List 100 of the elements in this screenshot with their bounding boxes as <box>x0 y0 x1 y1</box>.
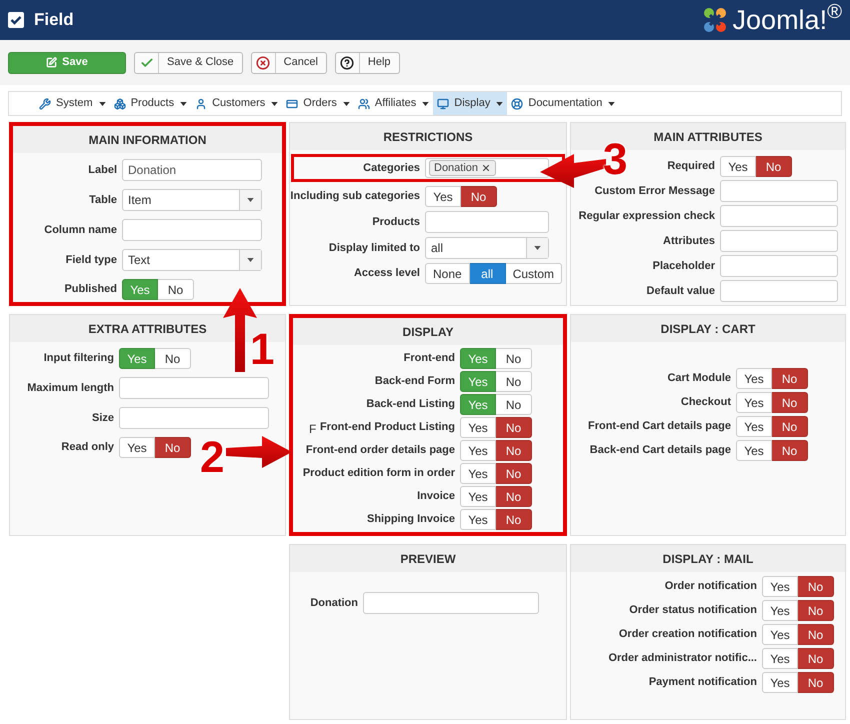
caret-icon <box>534 246 541 250</box>
toggle-option[interactable]: Yes <box>762 672 798 693</box>
toggle-option[interactable]: No <box>798 600 834 621</box>
menu-item[interactable]: Orders <box>282 92 354 115</box>
field-label: Published <box>64 282 117 298</box>
toggle-option[interactable]: Yes <box>762 624 798 645</box>
step-number: 3 <box>603 138 628 182</box>
input-field[interactable] <box>363 592 539 614</box>
toggle-option[interactable]: No <box>798 672 834 693</box>
toggle-option[interactable]: No <box>772 392 808 413</box>
toggle-option[interactable]: No <box>496 394 532 415</box>
toggle-option[interactable]: No <box>772 440 808 461</box>
toggle-option[interactable]: Yes <box>736 368 772 389</box>
tag[interactable]: Donation <box>429 160 496 176</box>
toggle-option[interactable]: No <box>772 368 808 389</box>
toggle-option[interactable]: Yes <box>736 416 772 437</box>
field-label: Regular expression check <box>578 208 715 224</box>
input-field[interactable] <box>720 180 838 202</box>
user-icon <box>195 98 208 110</box>
lifebuoy-icon <box>511 98 524 110</box>
toggle-option[interactable]: Yes <box>762 648 798 669</box>
toggle-option[interactable]: Yes <box>460 509 496 530</box>
field-label: Checkout <box>680 395 731 410</box>
wrench-icon <box>39 98 51 110</box>
toolbar-button[interactable]: Cancel <box>250 52 327 74</box>
caret-icon <box>496 102 504 106</box>
field-label: Invoice <box>417 489 455 504</box>
toggle-option[interactable]: Yes <box>736 392 772 413</box>
toggle-option[interactable]: No <box>496 463 532 484</box>
toolbar-button[interactable]: Help <box>334 52 400 74</box>
field-label: Custom Error Message <box>594 184 715 199</box>
step-number: 1 <box>250 328 274 372</box>
menu-item[interactable]: Documentation <box>507 92 620 115</box>
toggle-option[interactable]: No <box>496 486 532 507</box>
right-arrow <box>226 436 292 468</box>
toggle-option[interactable]: Yes <box>119 437 155 458</box>
toolbar-button[interactable]: Save & Close <box>134 52 243 74</box>
toggle-option[interactable]: No <box>461 186 497 207</box>
menu-item[interactable]: System <box>35 92 110 115</box>
select-field[interactable]: Item <box>122 189 262 211</box>
field-label: Order administrator notific... <box>608 651 757 666</box>
select-field[interactable]: all <box>425 237 549 259</box>
field-label: Order notification <box>664 579 757 594</box>
select-field[interactable]: Text <box>122 249 262 271</box>
toggle-option[interactable]: No <box>496 371 532 392</box>
input-field[interactable] <box>425 211 549 233</box>
toggle-option[interactable]: all <box>470 263 506 284</box>
input-field[interactable]: Donation <box>122 159 262 181</box>
input-field[interactable] <box>119 407 269 429</box>
menu-item[interactable]: Products <box>110 92 192 115</box>
menu-item[interactable]: Display <box>433 92 508 115</box>
toggle-option[interactable]: No <box>496 417 532 438</box>
toggle-option[interactable]: Custom <box>506 263 562 284</box>
toggle-option[interactable]: No <box>772 416 808 437</box>
field-label: Back-end Form <box>374 374 455 390</box>
toggle-option[interactable]: Yes <box>425 186 461 207</box>
toggle-option[interactable]: No <box>496 509 532 530</box>
input-field[interactable] <box>720 280 838 302</box>
panel-title: MAIN ATTRIBUTES <box>654 128 762 146</box>
toggle-option[interactable]: Yes <box>460 463 496 484</box>
input-field[interactable] <box>119 377 269 399</box>
toggle-option[interactable]: No <box>496 440 532 461</box>
input-field[interactable] <box>720 255 838 277</box>
toggle-option[interactable]: Yes <box>460 486 496 507</box>
menu-item[interactable]: Customers <box>191 92 282 115</box>
field-label: Access level <box>354 266 420 282</box>
panel-title: DISPLAY : CART <box>660 320 756 338</box>
field-label: Default value <box>646 284 715 299</box>
edit-icon <box>46 57 58 68</box>
card-icon <box>286 98 298 110</box>
toggle-option[interactable]: No <box>496 348 532 369</box>
toggle-option[interactable]: Yes <box>720 156 756 177</box>
panel-title: RESTRICTIONS <box>383 128 473 146</box>
toggle-option[interactable]: No <box>798 648 834 669</box>
toggle-option[interactable]: No <box>798 576 834 597</box>
monitor-icon <box>437 98 450 110</box>
toggle-option[interactable]: No <box>155 348 191 369</box>
field-label: Order creation notification <box>618 627 757 642</box>
toggle-option[interactable]: Yes <box>762 576 798 597</box>
caret-icon <box>342 102 350 106</box>
toggle-option[interactable]: No <box>756 156 792 177</box>
input-field[interactable] <box>122 219 262 241</box>
field-label: Categories <box>363 160 420 176</box>
toggle-option[interactable]: No <box>798 624 834 645</box>
tags-field[interactable]: Donation <box>425 158 549 178</box>
input-field[interactable] <box>720 205 838 227</box>
field-label: Display limited to <box>328 240 420 256</box>
toggle-option[interactable]: No <box>155 437 191 458</box>
remove-icon[interactable] <box>481 163 492 173</box>
field-label: Donation <box>310 596 358 611</box>
toggle-option[interactable]: None <box>425 263 470 284</box>
toggle-option[interactable]: Yes <box>736 440 772 461</box>
toggle-option[interactable]: No <box>158 279 194 300</box>
input-field[interactable] <box>720 230 838 252</box>
toggle-option[interactable]: Yes <box>762 600 798 621</box>
toggle-option[interactable]: Yes <box>460 417 496 438</box>
field-label: Attributes <box>663 234 715 249</box>
cancel-icon <box>256 56 270 70</box>
toggle-option[interactable]: Yes <box>460 440 496 461</box>
menu-item[interactable]: Affiliates <box>354 92 434 115</box>
